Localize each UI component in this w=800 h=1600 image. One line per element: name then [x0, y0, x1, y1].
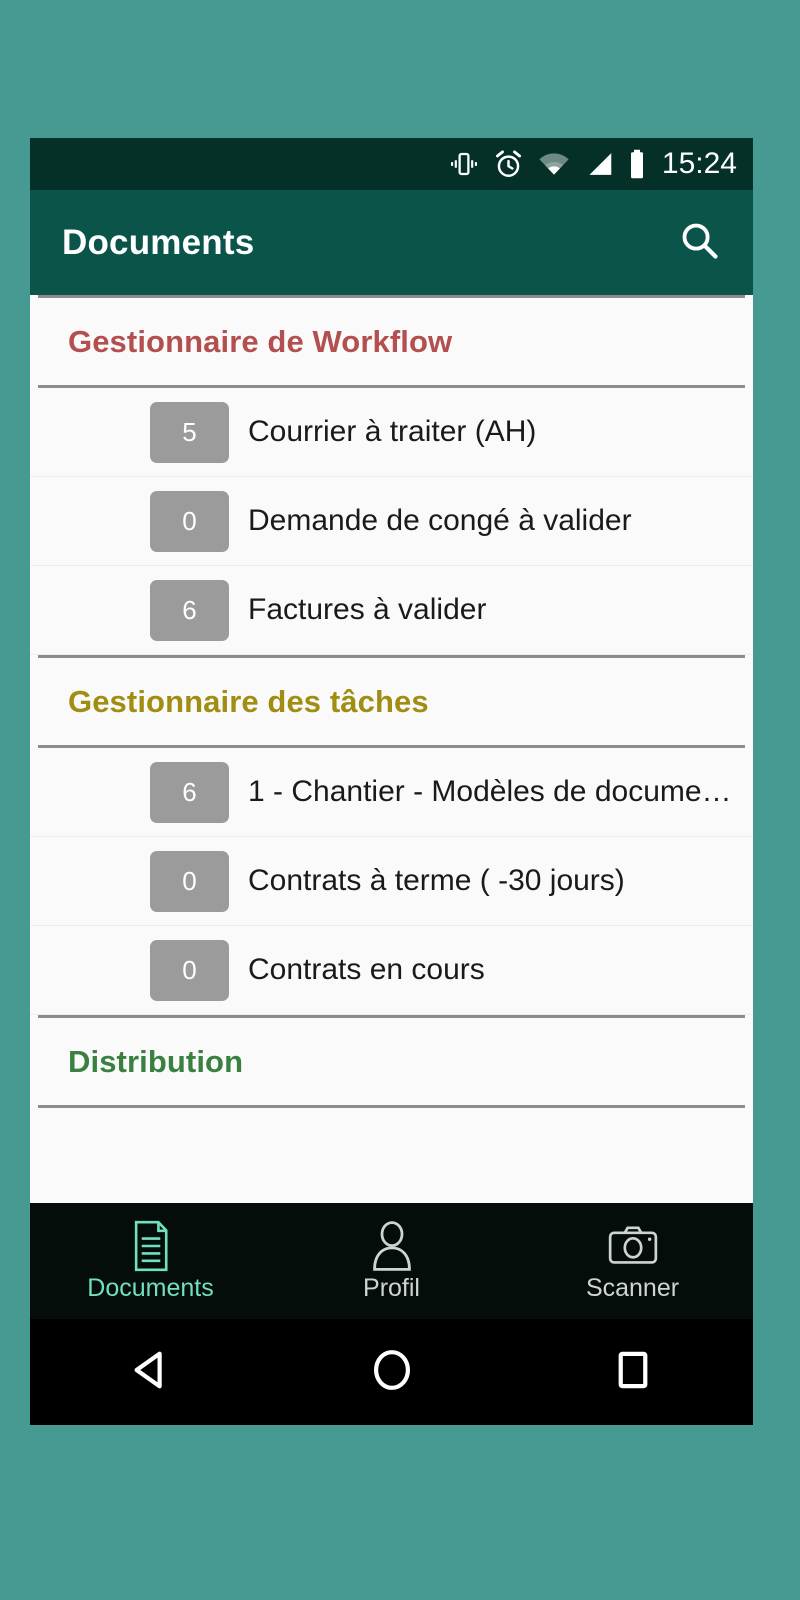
- tab-label: Documents: [87, 1273, 214, 1302]
- list-item[interactable]: 6 Factures à valider: [30, 566, 753, 655]
- tab-label: Scanner: [585, 1273, 680, 1302]
- list-item-label: Contrats à terme ( -30 jours): [248, 864, 625, 897]
- document-icon: [128, 1220, 174, 1271]
- status-icon-group: [449, 149, 646, 180]
- camera-icon: [608, 1222, 658, 1270]
- section-header-distribution: Distribution: [38, 1015, 745, 1108]
- back-button[interactable]: [30, 1347, 271, 1398]
- section-header-taches: Gestionnaire des tâches: [38, 655, 745, 748]
- recents-square-icon: [610, 1347, 656, 1398]
- section-title: Distribution: [68, 1043, 244, 1079]
- search-icon: [677, 218, 721, 267]
- count-badge: 0: [150, 939, 229, 1001]
- tab-documents[interactable]: Documents: [30, 1220, 271, 1302]
- vibrate-icon: [449, 149, 479, 179]
- battery-icon: [628, 149, 646, 179]
- search-button[interactable]: [673, 217, 725, 269]
- list-item-label: Contrats en cours: [248, 953, 485, 986]
- status-bar-clock: 15:24: [661, 147, 737, 180]
- tab-label: Profil: [363, 1273, 420, 1302]
- android-navigation-bar: [30, 1319, 753, 1425]
- wifi-icon: [538, 151, 570, 177]
- phone-screen: 15:24 Documents Gestionnaire de Workflow…: [30, 138, 753, 1425]
- list-item[interactable]: 6 1 - Chantier - Modèles de docume…: [30, 748, 753, 837]
- count-badge: 6: [150, 761, 229, 823]
- person-icon: [369, 1220, 415, 1271]
- dashboard-list[interactable]: Gestionnaire de Workflow 5 Courrier à tr…: [30, 295, 753, 1203]
- count-badge: 0: [150, 490, 229, 552]
- page-title: Documents: [62, 222, 255, 262]
- tab-profil[interactable]: Profil: [271, 1220, 512, 1302]
- signal-icon: [584, 151, 614, 177]
- section-title: Gestionnaire de Workflow: [68, 323, 453, 359]
- status-bar: 15:24: [30, 138, 753, 190]
- recents-button[interactable]: [512, 1347, 753, 1398]
- list-item[interactable]: 0 Contrats à terme ( -30 jours): [30, 837, 753, 926]
- count-badge: 5: [150, 401, 229, 463]
- tab-scanner[interactable]: Scanner: [512, 1222, 753, 1301]
- list-item-label: 1 - Chantier - Modèles de docume…: [248, 775, 732, 808]
- back-triangle-icon: [128, 1347, 174, 1398]
- app-bar: Documents: [30, 190, 753, 295]
- bottom-tab-bar: Documents Profil Scanner: [30, 1203, 753, 1319]
- count-badge: 0: [150, 850, 229, 912]
- list-item[interactable]: 0 Contrats en cours: [30, 926, 753, 1015]
- list-item-label: Factures à valider: [248, 593, 487, 626]
- count-badge: 6: [150, 579, 229, 641]
- home-circle-icon: [369, 1347, 415, 1398]
- list-item-label: Courrier à traiter (AH): [248, 415, 537, 448]
- list-item[interactable]: 0 Demande de congé à valider: [30, 477, 753, 566]
- list-item[interactable]: 5 Courrier à traiter (AH): [30, 388, 753, 477]
- alarm-icon: [493, 149, 524, 180]
- home-button[interactable]: [271, 1347, 512, 1398]
- section-header-workflow: Gestionnaire de Workflow: [38, 295, 745, 388]
- list-item-label: Demande de congé à valider: [248, 504, 632, 537]
- section-title: Gestionnaire des tâches: [68, 683, 429, 719]
